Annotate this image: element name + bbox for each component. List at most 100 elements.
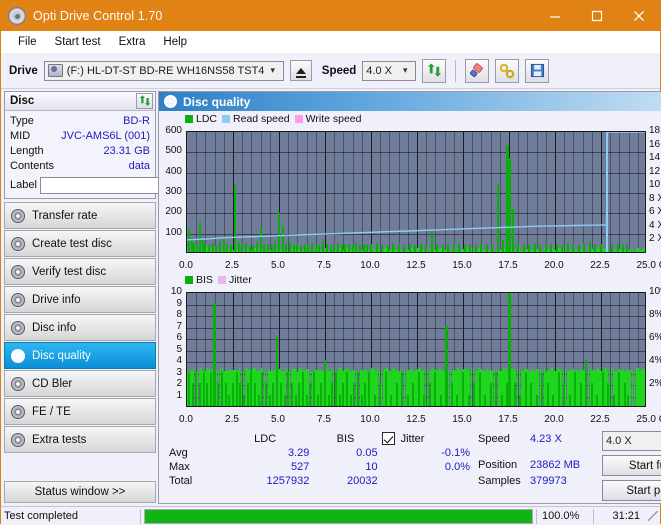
progress-percent: 100.0% [542,510,580,522]
sidebar-item-cd-bler[interactable]: CD Bler [4,370,156,397]
data-bar [202,371,205,406]
disc-refresh-button[interactable] [136,93,153,109]
table-row: Total 1257932 20032 [167,474,472,488]
save-button[interactable] [525,58,550,83]
sidebar-item-label: Transfer rate [32,209,98,222]
disc-row-mid: MID JVC-AMS6L (001) [10,129,150,144]
disc-row-type-key: Type [10,115,34,127]
jitter-checkbox[interactable] [381,432,395,445]
result-speed: Speed 4.23 X [478,431,598,447]
sidebar-item-drive-info[interactable]: Drive info [4,286,156,313]
sidebar-item-transfer-rate[interactable]: Transfer rate [4,202,156,229]
disc-icon [11,208,25,223]
tools-button[interactable] [495,58,520,83]
minimize-icon[interactable] [534,1,576,31]
data-bar [290,383,293,406]
drive-icon [47,64,63,77]
y2-axis-tick-label: 10% [649,286,661,297]
stats-area: LDC BIS Jitter Avg 3.29 0.05 -0.1% Max 5… [159,427,661,503]
data-bar [261,371,264,406]
disc-icon [11,432,25,447]
x-axis-tick-label: 22.5 [590,260,610,271]
content-panel: Disc quality LDC Read speed Write speed … [158,91,661,504]
data-bar [434,371,437,406]
stats-row-label: Total [169,475,193,487]
y2-axis-tick-label: 8 X [649,192,661,204]
disc-label-key: Label [10,179,37,191]
data-bar [535,394,538,406]
data-bar [268,394,271,406]
x-axis-tick-label: 12.5 [406,414,426,425]
data-bar [618,371,621,406]
data-bar [390,394,393,406]
maximize-icon[interactable] [576,1,618,31]
stats-col-jitter: Jitter [380,431,472,446]
x-axis-tick-label: 20.0 [544,260,564,271]
x-axis-tick-label: 20.0 [544,414,564,425]
data-bar [246,383,249,406]
y2-axis-tick-label: 16 X [649,138,661,150]
y2-axis-tick-label: 2% [649,378,661,389]
x-axis-tick-label: 7.5 [317,260,331,271]
test-speed-select[interactable]: 4.0 X ▾ [602,431,661,451]
data-bar [320,383,323,406]
chevron-down-icon: ▾ [270,65,276,75]
speed-select-value: 4.0 X [366,64,392,77]
chart-bis-x-axis: 0.0 2.5 5.0 7.5 10.0 12.5 15.0 17.5 20.0 22.5 25.0… [159,414,661,427]
stats-cell-bis: 0.05 [356,447,378,459]
disc-panel: Disc Type BD-R MID JVC-AMS6L (001) Lengt… [4,91,240,199]
disc-icon [11,292,25,307]
menu-item-file[interactable]: File [9,34,46,50]
y-axis-tick-label: 8 [176,309,182,320]
grid-line [187,339,645,340]
refresh-button[interactable] [422,58,447,83]
jitter-label: Jitter [400,432,425,445]
drive-select[interactable]: (F:) HL-DT-ST BD-RE WH16NS58 TST4 ▾ [43,60,284,81]
eraser-button[interactable] [465,58,490,83]
sidebar-item-create-test-disc[interactable]: Create test disc [4,230,156,257]
sidebar: Disc Type BD-R MID JVC-AMS6L (001) Lengt… [1,89,240,506]
y2-axis-tick-label: 10 X [649,179,661,191]
data-bar [530,383,533,406]
data-bar [500,394,503,406]
menu-item-help[interactable]: Help [154,34,196,50]
progress-bar [144,508,533,524]
eject-button[interactable] [289,60,312,81]
sidebar-item-extra-tests[interactable]: Extra tests [4,426,156,453]
stats-table: LDC BIS Jitter Avg 3.29 0.05 -0.1% Max 5… [167,431,472,501]
data-bar [327,394,330,406]
sidebar-item-disc-info[interactable]: Disc info [4,314,156,341]
sidebar-item-verify-test-disc[interactable]: Verify test disc [4,258,156,285]
status-bar: Test completed 100.0% 31:21 [1,506,660,525]
result-speed-value: 4.23 X [530,433,562,445]
disc-icon [11,348,25,363]
data-bar [316,394,319,406]
y2-axis-tick-label: 6% [649,332,661,343]
menu-item-start-test[interactable]: Start test [46,34,110,50]
y2-axis-tick-label: 4 X [649,219,661,231]
data-bar [331,383,334,406]
status-window-button[interactable]: Status window >> [4,481,156,503]
chart-ldc-x-axis: 0.0 2.5 5.0 7.5 10.0 12.5 15.0 17.5 20.0 22.5 25.0… [159,260,661,273]
chart-bis-jitter: BIS Jitter 12345678910 2% 4% 6% 8% 10% 0.0 2.5… [159,273,661,427]
resize-grip-icon[interactable] [648,511,658,521]
legend-label: LDC [196,112,218,125]
start-full-button[interactable]: Start full [602,455,661,476]
start-part-button[interactable]: Start part [602,480,661,501]
sidebar-item-disc-quality[interactable]: Disc quality [4,342,156,369]
legend-item-write-speed: Write speed [294,113,362,125]
data-bar [444,325,448,406]
y-axis-tick-label: 6 [176,332,182,343]
data-bar [346,371,349,406]
menu-item-extra[interactable]: Extra [110,34,155,50]
chart-ldc-read-speed: LDC Read speed Write speed 100 200 300 400 5… [159,112,661,273]
sidebar-item-fe-te[interactable]: FE / TE [4,398,156,425]
speed-select[interactable]: 4.0 X ▾ [362,60,417,81]
sidebar-item-label: Disc info [32,321,77,334]
disc-row-contents: Contents data [10,159,150,174]
y2-axis-tick-label: 6 X [649,206,661,218]
x-axis-tick-label: 22.5 [590,414,610,425]
close-icon[interactable] [618,1,660,31]
chart-ldc-legend: LDC Read speed Write speed [159,112,661,125]
disc-label-row: Label [10,176,240,194]
